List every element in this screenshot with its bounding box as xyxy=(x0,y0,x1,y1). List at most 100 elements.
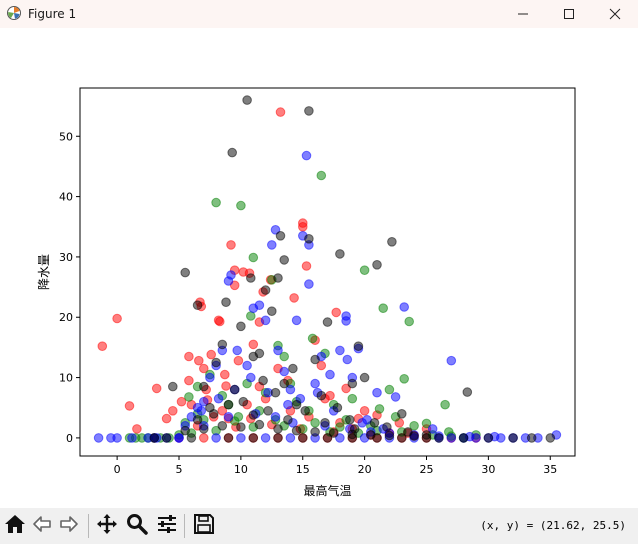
scatter-point xyxy=(300,406,311,416)
scatter-point xyxy=(526,433,537,443)
scatter-point xyxy=(404,316,415,327)
x-tick-label: 5 xyxy=(176,463,183,476)
figure-canvas[interactable]: 0 5 10 15 20 25 30 35 0 10 20 30 40 50 最高气温 降水量 xyxy=(0,28,638,508)
scatter-point xyxy=(310,354,320,365)
scatter-point xyxy=(440,399,450,410)
zoom-icon xyxy=(126,513,148,539)
scatter-point xyxy=(270,412,281,422)
scatter-point xyxy=(194,355,204,366)
scatter-point xyxy=(291,315,302,326)
scatter-point xyxy=(221,381,231,391)
scatter-point xyxy=(320,418,330,428)
scatter-point xyxy=(331,307,342,318)
scatter-point xyxy=(353,341,364,352)
scatter-point xyxy=(161,413,172,424)
scatter-point xyxy=(291,425,302,436)
forward-icon xyxy=(58,513,80,539)
scatter-point xyxy=(211,433,221,443)
save-button[interactable] xyxy=(191,513,217,539)
scatter-point xyxy=(227,147,237,158)
scatter-point xyxy=(211,197,221,208)
scatter-point xyxy=(161,433,172,443)
x-tick-label: 0 xyxy=(114,463,121,476)
scatter-point xyxy=(378,303,389,314)
scatter-point xyxy=(151,383,162,394)
scatter-point xyxy=(211,357,221,368)
scatter-point xyxy=(483,433,494,443)
scatter-point xyxy=(258,375,268,386)
zoom-button[interactable] xyxy=(124,513,150,539)
scatter-points xyxy=(93,95,562,443)
scatter-point xyxy=(325,369,335,380)
close-button[interactable] xyxy=(592,0,638,28)
navigation-toolbar: (x, y) = (21.62, 25.5) xyxy=(0,508,638,544)
scatter-point xyxy=(260,315,271,326)
scatter-point xyxy=(421,433,432,443)
scatter-point xyxy=(260,285,271,295)
scatter-point xyxy=(359,372,370,383)
scatter-point xyxy=(180,267,190,278)
scatter-point xyxy=(232,345,242,356)
scatter-point xyxy=(301,261,312,271)
scatter-point xyxy=(397,409,407,419)
scatter-point xyxy=(279,366,290,377)
scatter-point xyxy=(342,354,353,365)
scatter-point xyxy=(283,399,293,410)
scatter-point xyxy=(236,433,246,443)
scatter-point xyxy=(322,433,333,443)
scatter-point xyxy=(248,433,259,443)
scatter-point xyxy=(217,339,228,350)
scatter-plot: 0 5 10 15 20 25 30 35 0 10 20 30 40 50 最高气温 降水量 xyxy=(37,87,576,498)
scatter-point xyxy=(199,381,209,392)
scatter-point xyxy=(399,302,410,312)
scatter-point xyxy=(283,415,293,425)
scatter-point xyxy=(184,351,194,362)
scatter-point xyxy=(149,433,160,443)
pan-button[interactable] xyxy=(94,513,120,539)
scatter-point xyxy=(246,372,256,383)
scatter-point xyxy=(291,399,302,410)
scatter-point xyxy=(229,384,240,395)
scatter-point xyxy=(168,381,178,392)
scatter-point xyxy=(335,345,345,356)
y-axis-label: 降水量 xyxy=(37,254,51,290)
back-button[interactable] xyxy=(29,513,55,539)
toolbar-separator xyxy=(88,514,89,538)
maximize-button[interactable] xyxy=(546,0,592,28)
scatter-point xyxy=(458,433,469,443)
scatter-point xyxy=(307,333,318,344)
scatter-point xyxy=(199,433,209,443)
scatter-point xyxy=(97,341,108,352)
y-tick-label: 10 xyxy=(59,372,73,385)
scatter-point xyxy=(221,297,231,308)
scatter-point xyxy=(93,433,104,443)
minimize-button[interactable] xyxy=(500,0,546,28)
forward-button[interactable] xyxy=(56,513,82,539)
scatter-point xyxy=(217,421,228,431)
scatter-point xyxy=(372,433,382,443)
scatter-point xyxy=(446,355,457,366)
scatter-point xyxy=(298,222,308,232)
configure-subplots-button[interactable] xyxy=(154,513,180,539)
maximize-icon xyxy=(563,5,575,24)
home-button[interactable] xyxy=(2,513,28,539)
scatter-point xyxy=(273,345,283,356)
save-icon xyxy=(193,513,215,539)
back-icon xyxy=(31,513,53,539)
scatter-point xyxy=(390,392,401,402)
scatter-point xyxy=(246,311,256,321)
axis-ticks: 0 5 10 15 20 25 30 35 0 10 20 30 40 50 xyxy=(59,130,557,476)
scatter-point xyxy=(359,265,370,275)
scatter-point xyxy=(289,293,299,303)
scatter-point xyxy=(288,363,298,374)
scatter-point xyxy=(127,433,137,443)
scatter-point xyxy=(254,348,265,359)
scatter-point xyxy=(168,406,178,416)
scatter-point xyxy=(226,270,236,280)
scatter-point xyxy=(213,393,224,404)
scatter-point xyxy=(341,316,351,326)
scatter-point xyxy=(223,433,234,443)
scatter-point xyxy=(184,375,194,386)
scatter-point xyxy=(304,279,314,289)
scatter-point xyxy=(192,415,203,425)
